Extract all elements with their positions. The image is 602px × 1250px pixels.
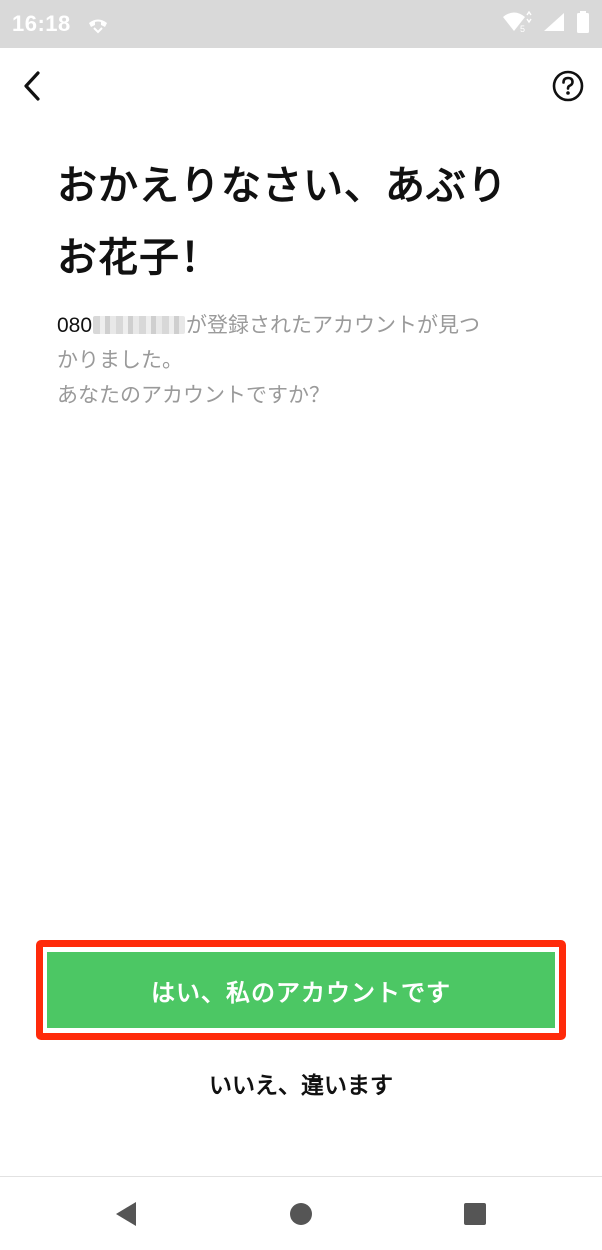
- status-time: 16:18: [12, 11, 71, 36]
- confirm-account-button[interactable]: はい、私のアカウントです: [47, 952, 555, 1028]
- title-line-2: お花子！: [57, 235, 221, 281]
- deny-account-button[interactable]: いいえ、違います: [150, 1058, 452, 1108]
- nav-home-icon[interactable]: [289, 1202, 313, 1230]
- app-header: [0, 48, 602, 124]
- help-button[interactable]: [552, 70, 584, 102]
- status-bar: 16:18 5: [0, 0, 602, 48]
- call-forwarding-icon: [87, 14, 109, 34]
- battery-icon: [576, 10, 590, 38]
- question-circle-icon: [552, 70, 584, 102]
- description-line-2: かりました。: [57, 348, 183, 372]
- system-nav-bar: [0, 1176, 602, 1250]
- description-line-3: あなたのアカウントですか？: [57, 383, 330, 407]
- network-badge: 5: [520, 24, 525, 33]
- chevron-left-icon: [24, 71, 40, 101]
- nav-back-icon[interactable]: [114, 1201, 138, 1231]
- wifi-icon: 5: [502, 10, 532, 37]
- signal-icon: [542, 12, 566, 36]
- main-content: おかえりなさい、あぶり お花子！ 080 が登録されたアカウントが見つ かりました…: [57, 150, 557, 413]
- page-title: おかえりなさい、あぶり お花子！: [57, 150, 557, 294]
- account-description: 080 が登録されたアカウントが見つ かりました。 あなたのアカウントですか？: [57, 308, 557, 413]
- status-icons: 5: [502, 10, 590, 38]
- phone-prefix: 080: [57, 314, 93, 337]
- nav-recent-apps-icon[interactable]: [463, 1202, 487, 1230]
- title-line-1: おかえりなさい、あぶり: [57, 163, 508, 209]
- description-line-1: が登録されたアカウントが見つ: [186, 313, 481, 337]
- back-button[interactable]: [14, 68, 50, 104]
- masked-phone-number: [93, 316, 186, 334]
